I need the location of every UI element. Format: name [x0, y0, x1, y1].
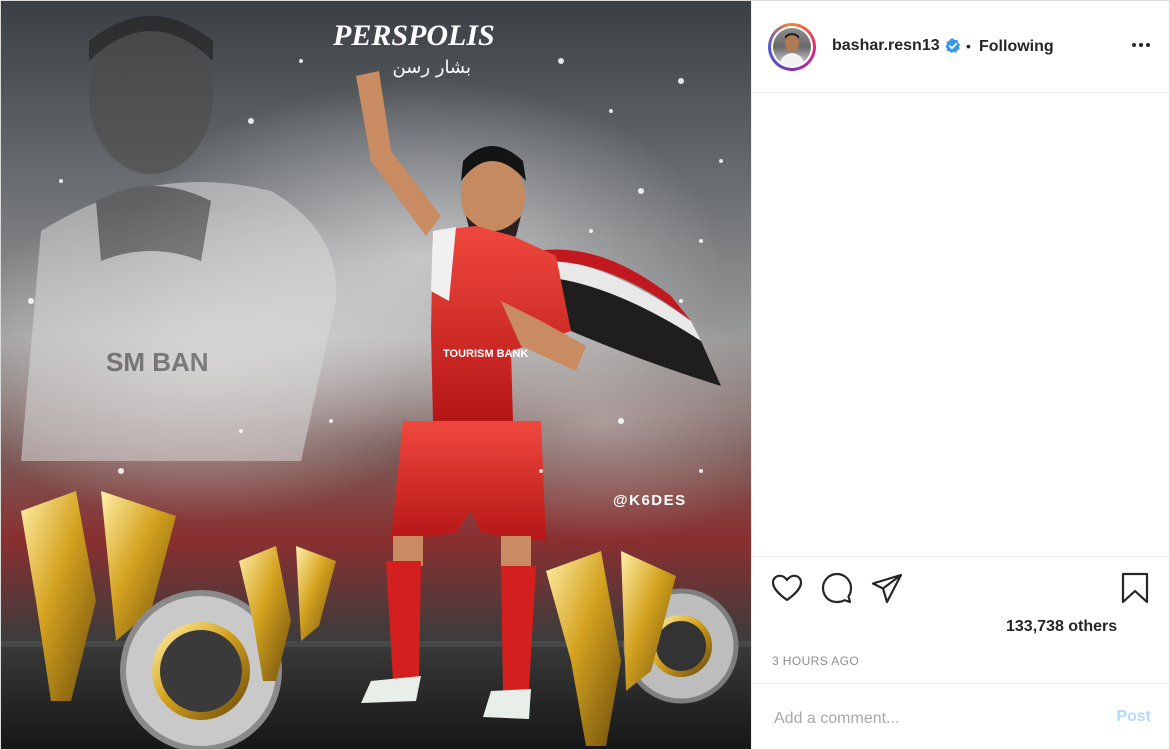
heart-icon[interactable] [770, 571, 804, 605]
avatar-portrait [779, 33, 805, 66]
ghost-player-figure: SM BAN [21, 16, 337, 461]
poster-artwork: SM BAN TOURISM BANK PERSPOLIS بشار رسن @… [1, 16, 751, 749]
comment-icon[interactable] [820, 571, 854, 605]
avatar-image [773, 28, 811, 66]
avatar[interactable] [768, 23, 816, 71]
ghost-sponsor-text: SM BAN [106, 347, 209, 377]
likes-count[interactable]: 133,738 others [1006, 618, 1117, 636]
post-side-panel: bashar.resn13 • Following 133,738 others… [751, 1, 1169, 749]
arabic-name-overlay-text: بشار رسن [393, 57, 471, 78]
instagram-post-window: SM BAN TOURISM BANK PERSPOLIS بشار رسن @… [0, 0, 1170, 750]
brand-overlay-text: PERSPOLIS [332, 19, 495, 52]
comment-bar: Post [752, 683, 1169, 749]
post-header: bashar.resn13 • Following [752, 1, 1169, 93]
post-comment-button[interactable]: Post [1116, 708, 1151, 726]
header-separator: • [966, 38, 971, 54]
comments-area [752, 93, 1169, 556]
username-link[interactable]: bashar.resn13 [832, 37, 940, 55]
bookmark-icon[interactable] [1118, 571, 1152, 605]
shirt-sponsor-text: TOURISM BANK [443, 348, 528, 360]
verified-badge-icon [945, 38, 961, 54]
action-bar [752, 556, 1169, 604]
post-image[interactable]: SM BAN TOURISM BANK PERSPOLIS بشار رسن @… [1, 1, 751, 749]
more-options-icon[interactable] [1131, 35, 1151, 55]
comment-input[interactable] [772, 704, 1096, 734]
avatar-inner [771, 26, 813, 68]
watermark-text: @K6DES [613, 492, 687, 509]
post-timestamp[interactable]: 3 HOURS AGO [772, 654, 859, 668]
following-button[interactable]: Following [979, 38, 1054, 56]
share-icon[interactable] [870, 571, 904, 605]
